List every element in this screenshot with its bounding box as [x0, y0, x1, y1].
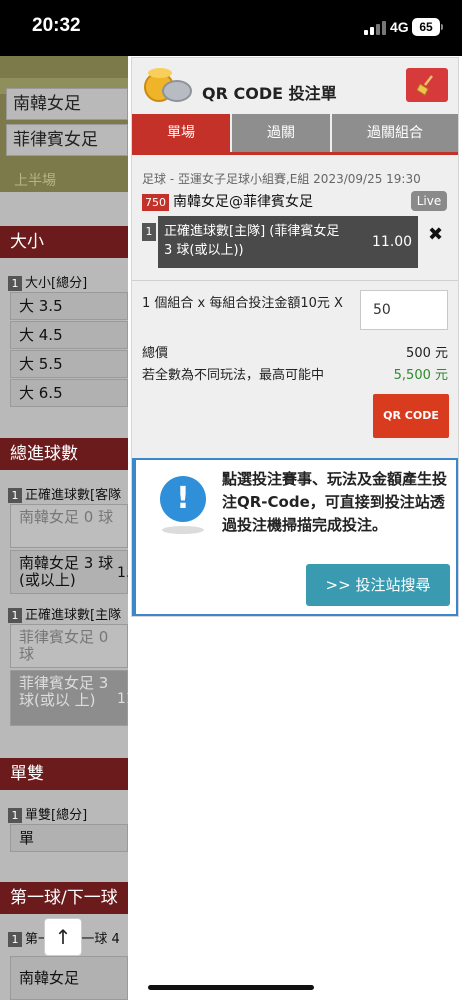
section-first-goal[interactable]: 第一球/下一球 — [0, 882, 128, 914]
battery-icon: 65 — [412, 18, 440, 36]
betting-station-search-button[interactable]: >> 投注站搜尋 — [306, 564, 450, 606]
network-type: 4G — [390, 19, 409, 35]
qr-code-button[interactable]: QR CODE — [373, 394, 449, 438]
clear-slip-button[interactable] — [406, 68, 448, 102]
market-number: 1 — [8, 932, 22, 947]
goal-option-selected[interactable]: 菲律賓女足 3 球(或以 上) 11. — [10, 670, 128, 726]
ou-option[interactable]: 大 6.5 — [10, 379, 128, 407]
home-indicator[interactable] — [148, 985, 314, 990]
scroll-top-button[interactable]: ↑ — [44, 918, 82, 956]
remove-selection-icon[interactable]: ✖ — [428, 224, 443, 245]
bet-type-tabs: 單場 過關 過關組合 — [132, 114, 458, 152]
odd-even-option[interactable]: 單 — [10, 824, 128, 852]
tab-parlay-combo[interactable]: 過關組合 — [332, 114, 458, 152]
market-correct-goals-away: 1 正確進球數[客隊 — [8, 484, 121, 503]
max-win-label: 若全數為不同玩法，最高可能中 — [142, 368, 325, 383]
ou-option[interactable]: 大 3.5 — [10, 292, 128, 320]
panel-header: QR CODE 投注單 — [132, 58, 458, 112]
goal-option-label: 菲律賓女足 3 球(或以 上) — [19, 674, 109, 709]
info-text: 點選投注賽事、玩法及金額產生投注QR-Code，可直接到投注站透過投注機掃描完成… — [222, 470, 448, 534]
away-team-label: 菲律賓女足 — [6, 124, 128, 156]
selection-text: 正確進球數[主隊] (菲律賓女足 3 球(或以上)) — [164, 224, 340, 258]
home-team-label: 南韓女足 — [6, 88, 128, 120]
market-title: 大小[總分] — [25, 276, 88, 291]
market-title: 正確進球數[客隊 — [25, 488, 122, 503]
market-number: 1 — [8, 808, 22, 823]
market-number: 1 — [8, 488, 22, 503]
section-total-goals[interactable]: 總進球數 — [0, 438, 128, 470]
goal-option[interactable]: 南韓女足 0 球 — [10, 504, 128, 548]
info-icon-shadow — [162, 526, 204, 534]
market-number: 1 — [8, 276, 22, 291]
total-value: 500 元 — [406, 346, 448, 361]
goal-option[interactable]: 菲律賓女足 0 球 — [10, 624, 128, 668]
selection-odds: 11.00 — [372, 234, 413, 250]
stake-input[interactable] — [360, 290, 448, 330]
match-id-badge: 750 — [142, 194, 169, 211]
combo-description: 1 個組合 x 每組合投注金額10元 X — [142, 296, 343, 311]
broom-icon — [416, 75, 433, 96]
market-over-under: 1 大小[總分] — [8, 272, 87, 291]
section-over-under[interactable]: 大小 — [0, 226, 128, 258]
ou-option[interactable]: 大 4.5 — [10, 321, 128, 349]
status-time: 20:32 — [32, 15, 81, 36]
bet-event-info: 足球 - 亞運女子足球小組賽,E組 2023/09/25 19:30 — [142, 172, 421, 186]
info-box: ! 點選投注賽事、玩法及金額產生投注QR-Code，可直接到投注站透過投注機掃描… — [132, 458, 458, 616]
divider — [132, 280, 458, 281]
goal-option-odds: 11. — [117, 691, 128, 707]
market-title: 單雙[總分] — [25, 808, 88, 823]
market-number: 1 — [8, 608, 22, 623]
coins-icon — [140, 66, 194, 104]
background-page: 南韓女足 菲律賓女足 上半場 大小 1 大小[總分] 大 3.5 大 4.5 大 … — [0, 56, 128, 1000]
market-correct-goals-home: 1 正確進球數[主隊 — [8, 604, 121, 623]
match-line: 750 南韓女足@菲律賓女足 — [142, 191, 313, 211]
panel-title: QR CODE 投注單 — [202, 84, 337, 103]
info-icon: ! — [160, 476, 206, 522]
battery-tip — [441, 24, 443, 30]
status-bar: 20:32 4G 65 — [0, 0, 462, 56]
total-label: 總價 — [142, 346, 169, 361]
market-odd-even: 1 單雙[總分] — [8, 804, 87, 823]
half-label: 上半場 — [14, 173, 56, 189]
match-name: 南韓女足@菲律賓女足 — [173, 194, 313, 210]
market-title: 正確進球數[主隊 — [25, 608, 122, 623]
signal-icon — [364, 20, 386, 35]
live-badge: Live — [411, 191, 447, 211]
goal-option-odds: 1. — [117, 565, 128, 581]
goal-option-label: 南韓女足 3 球(或以上) — [19, 554, 114, 589]
first-goal-option[interactable]: 南韓女足 — [10, 956, 128, 1000]
tab-parlay[interactable]: 過關 — [232, 114, 330, 152]
max-win-value: 5,500 元 — [393, 368, 448, 383]
tab-underline — [132, 152, 458, 155]
selection-number: 1 — [142, 223, 156, 241]
ou-option[interactable]: 大 5.5 — [10, 350, 128, 378]
bet-slip-panel: QR CODE 投注單 單場 過關 過關組合 足球 - 亞運女子足球小組賽,E組… — [131, 57, 459, 617]
section-odd-even[interactable]: 單雙 — [0, 758, 128, 790]
tab-single[interactable]: 單場 — [132, 114, 230, 152]
goal-option[interactable]: 南韓女足 3 球(或以上) 1. — [10, 550, 128, 594]
